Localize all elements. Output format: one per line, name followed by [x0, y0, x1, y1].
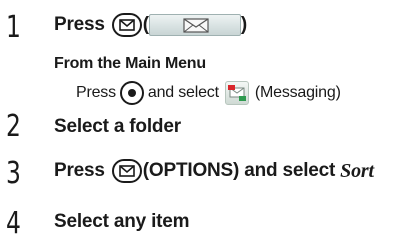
step-3-options-label: (OPTIONS) and select: [142, 160, 336, 181]
messaging-app-icon: [224, 81, 249, 105]
step-3-number: 3: [6, 156, 21, 191]
step-4-number: 4: [6, 206, 21, 241]
mail-key-icon: [111, 13, 142, 37]
step-3-press-label: Press: [54, 160, 105, 181]
step-4-text: Select any item: [54, 211, 190, 232]
mail-key-icon: [111, 159, 142, 183]
note-messaging-label: (Messaging): [254, 84, 341, 101]
step-1-text: Press ( ): [54, 13, 247, 37]
step-1: 1 Press ( ): [0, 0, 415, 45]
step-1-press-label: Press: [54, 14, 105, 35]
step-1-number: 1: [6, 10, 21, 45]
step-3-sort-label: Sort: [340, 159, 374, 182]
step-2-number: 2: [6, 109, 21, 144]
envelope-softkey-button: [148, 14, 241, 36]
note-press-label: Press: [76, 84, 116, 101]
step-3-text: Press (OPTIONS) and select Sort: [54, 159, 374, 183]
step-2-text: Select a folder: [54, 116, 181, 137]
center-select-key-icon: [119, 81, 144, 105]
note-select-label: and select: [147, 84, 219, 101]
note-text: Press and select (Messaging): [76, 81, 341, 105]
step-1-close-paren: ): [240, 14, 248, 35]
note-heading: From the Main Menu: [54, 55, 206, 72]
step-4: 4 Select any item: [0, 203, 415, 239]
step-2: 2 Select a folder: [0, 112, 415, 148]
step-3: 3 Press (OPTIONS) and select Sort: [0, 157, 415, 193]
